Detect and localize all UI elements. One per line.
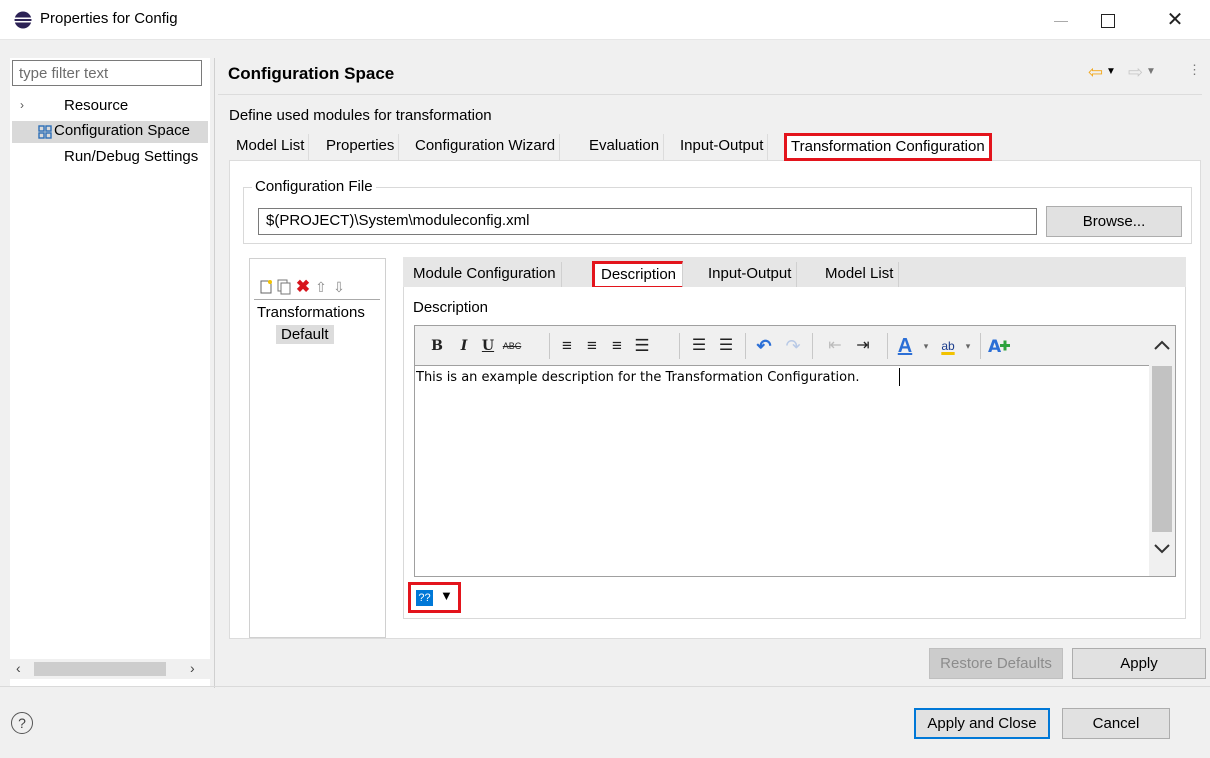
forward-history-dropdown-icon[interactable]: ▼ <box>1146 66 1156 77</box>
copy-icon[interactable] <box>276 279 292 295</box>
toolbar-separator <box>980 333 981 359</box>
move-up-icon[interactable]: ⇧ <box>313 279 329 295</box>
indent-icon[interactable]: ⇥ <box>852 334 874 358</box>
back-arrow-icon[interactable]: ⇦ <box>1088 62 1103 83</box>
grid-icon <box>38 125 52 139</box>
back-history-dropdown-icon[interactable]: ▼ <box>1106 66 1116 77</box>
view-menu-icon[interactable]: ⋮ <box>1188 62 1201 78</box>
tab-module-configuration[interactable]: Module Configuration <box>408 262 562 288</box>
apply-button[interactable]: Apply <box>1072 648 1206 679</box>
highlight-color-button[interactable]: ab <box>935 334 961 358</box>
move-down-icon[interactable]: ⇩ <box>331 279 347 295</box>
tab-input-output-inner[interactable]: Input-Output <box>703 262 798 288</box>
underline-button[interactable]: U <box>480 334 496 358</box>
align-center-icon[interactable]: ≡ <box>581 334 603 358</box>
strikethrough-button[interactable]: ABC <box>500 334 524 358</box>
page-description: Define used modules for transformation <box>229 107 492 124</box>
description-label: Description <box>413 299 489 316</box>
scrollbar-thumb[interactable] <box>1152 366 1172 532</box>
language-value[interactable]: ?? <box>416 590 433 606</box>
tab-properties[interactable]: Properties <box>322 134 400 160</box>
redo-icon[interactable]: ↷ <box>782 334 804 358</box>
list-item[interactable]: Default <box>276 325 334 344</box>
tab-model-list[interactable]: Model List <box>232 134 310 160</box>
window-title: Properties for Config <box>40 10 178 27</box>
header-separator <box>218 94 1202 95</box>
tree-item-label: Run/Debug Settings <box>64 148 199 165</box>
add-font-icon[interactable]: A <box>986 334 1012 358</box>
scrollbar-thumb[interactable] <box>34 662 166 676</box>
tree-item-label: Resource <box>64 97 129 114</box>
tab-input-output[interactable]: Input-Output <box>676 134 769 160</box>
numbered-list-icon[interactable]: ☰ <box>715 334 737 358</box>
toolbar-separator <box>812 333 813 359</box>
panel-divider[interactable] <box>214 58 215 688</box>
close-window-button[interactable]: ✕ <box>1150 0 1200 40</box>
expand-chevron-icon[interactable]: › <box>20 98 24 112</box>
align-justify-icon[interactable]: ☰ <box>631 334 653 358</box>
font-color-button[interactable]: A <box>892 334 918 358</box>
new-file-icon[interactable] <box>258 279 274 295</box>
list-separator <box>254 299 380 300</box>
highlight-color-dropdown-icon[interactable]: ▾ <box>962 334 974 358</box>
filter-input[interactable] <box>12 60 202 86</box>
forward-arrow-icon[interactable]: ⇨ <box>1128 62 1143 83</box>
tab-configuration-wizard[interactable]: Configuration Wizard <box>411 134 561 160</box>
italic-button[interactable]: I <box>456 334 472 358</box>
scroll-down-icon[interactable] <box>1153 542 1171 560</box>
footer-separator <box>0 686 1210 687</box>
help-icon[interactable]: ? <box>11 712 33 734</box>
tree-item-label: Configuration Space <box>54 122 190 139</box>
title-bar <box>0 0 1210 40</box>
toolbar-separator <box>745 333 746 359</box>
bullet-list-icon[interactable]: ☰ <box>688 334 710 358</box>
language-dropdown-icon[interactable]: ▼ <box>440 588 453 603</box>
scroll-right-icon[interactable]: › <box>190 660 195 676</box>
page-title: Configuration Space <box>228 64 395 83</box>
bold-button[interactable]: B <box>428 334 446 358</box>
tree-item-configuration-space[interactable]: Configuration Space <box>12 121 208 143</box>
tree-item-resource[interactable]: › Resource <box>12 96 208 118</box>
minimize-button[interactable] <box>1038 0 1084 40</box>
tab-description[interactable]: Description <box>592 261 684 289</box>
outdent-icon[interactable]: ⇤ <box>824 334 846 358</box>
delete-icon[interactable]: ✖ <box>295 278 311 295</box>
svg-text:A: A <box>988 337 1002 357</box>
scroll-left-icon[interactable]: ‹ <box>16 660 21 676</box>
transformations-label: Transformations <box>257 304 365 321</box>
align-left-icon[interactable]: ≡ <box>556 334 578 358</box>
browse-button[interactable]: Browse... <box>1046 206 1182 237</box>
text-caret <box>899 368 900 386</box>
apply-and-close-button[interactable]: Apply and Close <box>914 708 1050 739</box>
align-right-icon[interactable]: ≡ <box>606 334 628 358</box>
scroll-up-icon[interactable] <box>1153 338 1171 356</box>
configuration-file-field[interactable]: $(PROJECT)\System\moduleconfig.xml <box>258 208 1037 235</box>
tab-model-list-inner[interactable]: Model List <box>820 262 900 288</box>
tab-evaluation[interactable]: Evaluation <box>585 134 665 160</box>
undo-icon[interactable]: ↶ <box>753 334 775 358</box>
maximize-button[interactable] <box>1084 0 1130 40</box>
restore-defaults-button[interactable]: Restore Defaults <box>929 648 1063 679</box>
tree-item-run-debug-settings[interactable]: Run/Debug Settings <box>12 147 208 169</box>
group-title: Configuration File <box>252 178 376 195</box>
tab-transformation-configuration[interactable]: Transformation Configuration <box>784 133 992 161</box>
toolbar-separator <box>549 333 550 359</box>
cancel-button[interactable]: Cancel <box>1062 708 1170 739</box>
toolbar-separator <box>887 333 888 359</box>
editor-content[interactable]: This is an example description for the T… <box>416 370 860 385</box>
font-color-dropdown-icon[interactable]: ▾ <box>920 334 932 358</box>
toolbar-separator <box>679 333 680 359</box>
eclipse-logo-icon <box>14 11 32 29</box>
